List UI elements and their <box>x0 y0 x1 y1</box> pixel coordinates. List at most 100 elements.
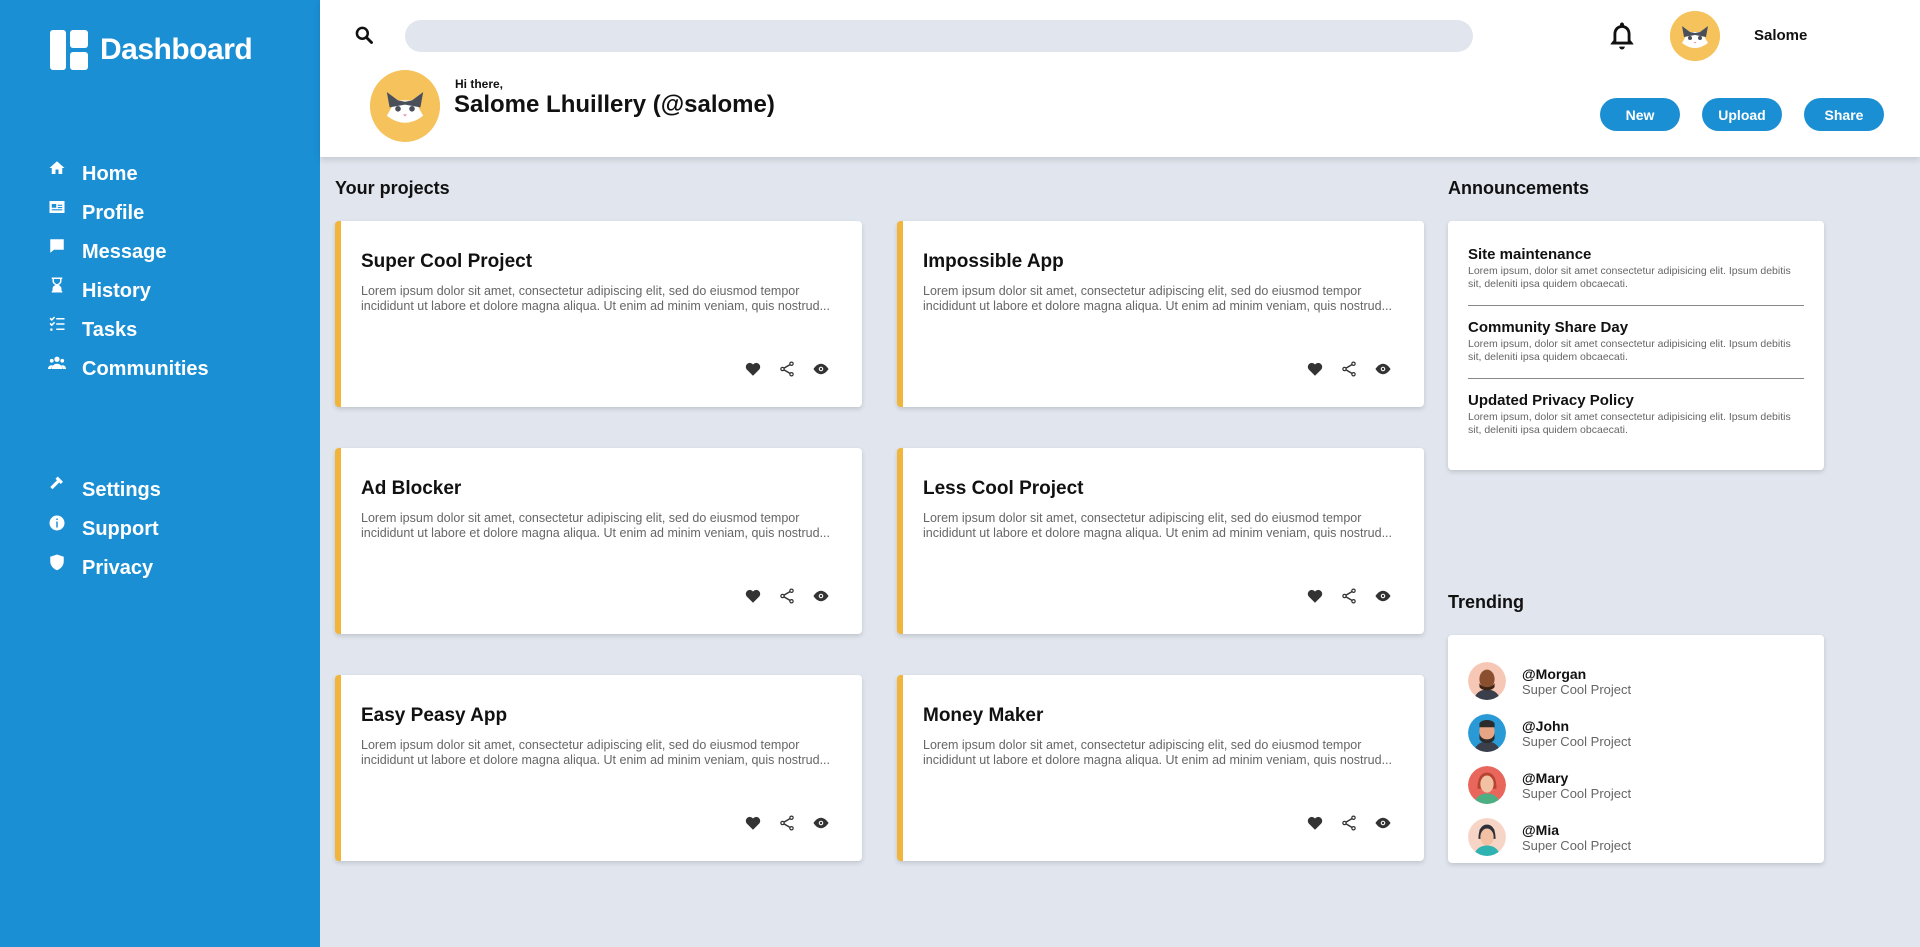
greeting: Hi there, <box>455 77 504 91</box>
home-icon <box>48 159 72 183</box>
sidebar-item-message[interactable]: Message <box>48 233 209 272</box>
announcement-title: Updated Privacy Policy <box>1468 392 1634 409</box>
project-description: Lorem ipsum dolor sit amet, consectetur … <box>923 511 1393 540</box>
announcement-title: Site maintenance <box>1468 246 1592 263</box>
trending-handle: @Morgan <box>1522 665 1587 682</box>
message-icon <box>48 237 72 261</box>
trending-item[interactable]: @Morgan Super Cool Project <box>1468 655 1804 707</box>
project-description: Lorem ipsum dolor sit amet, consectetur … <box>923 284 1393 313</box>
avatar <box>1468 818 1506 856</box>
share-icon[interactable] <box>1340 587 1358 605</box>
announcement-item[interactable]: Site maintenance Lorem ipsum, dolor sit … <box>1468 246 1804 306</box>
announcement-description: Lorem ipsum, dolor sit amet consectetur … <box>1468 411 1791 436</box>
project-title: Super Cool Project <box>361 251 533 272</box>
heart-icon[interactable] <box>1306 360 1324 378</box>
sidebar-item-settings[interactable]: Settings <box>48 471 161 510</box>
profile-avatar <box>370 70 440 142</box>
share-icon[interactable] <box>1340 360 1358 378</box>
main-nav: Home Profile Message History Tasks Commu… <box>48 155 209 389</box>
project-description: Lorem ipsum dolor sit amet, consectetur … <box>361 284 831 313</box>
project-title: Impossible App <box>923 251 1064 272</box>
eye-icon[interactable] <box>812 814 830 832</box>
sidebar-item-privacy[interactable]: Privacy <box>48 549 161 588</box>
trending-item[interactable]: @John Super Cool Project <box>1468 707 1804 759</box>
announcement-item[interactable]: Updated Privacy Policy Lorem ipsum, dolo… <box>1468 392 1804 451</box>
heart-icon[interactable] <box>744 814 762 832</box>
project-card[interactable]: Less Cool Project Lorem ipsum dolor sit … <box>897 448 1424 634</box>
heart-icon[interactable] <box>1306 814 1324 832</box>
project-card[interactable]: Easy Peasy App Lorem ipsum dolor sit ame… <box>335 675 862 861</box>
eye-icon[interactable] <box>1374 814 1392 832</box>
sidebar-item-tasks[interactable]: Tasks <box>48 311 209 350</box>
project-card[interactable]: Super Cool Project Lorem ipsum dolor sit… <box>335 221 862 407</box>
share-button[interactable]: Share <box>1804 98 1884 131</box>
sidebar-item-label: Tasks <box>82 319 138 341</box>
tasks-icon <box>48 315 72 339</box>
sidebar-item-support[interactable]: Support <box>48 510 161 549</box>
id-card-icon <box>48 198 72 222</box>
heart-icon[interactable] <box>1306 587 1324 605</box>
trending-handle: @Mary <box>1522 769 1569 786</box>
announcement-title: Community Share Day <box>1468 319 1629 336</box>
project-title: Less Cool Project <box>923 478 1084 499</box>
sidebar-item-label: Communities <box>82 358 209 380</box>
brand-title: Dashboard <box>100 33 253 66</box>
share-icon[interactable] <box>1340 814 1358 832</box>
upload-button[interactable]: Upload <box>1702 98 1782 131</box>
trending-item[interactable]: @Mia Super Cool Project <box>1468 811 1804 863</box>
users-icon <box>48 354 72 378</box>
project-title: Easy Peasy App <box>361 705 508 726</box>
trending-item[interactable]: @Mary Super Cool Project <box>1468 759 1804 811</box>
search-input[interactable] <box>405 20 1473 52</box>
announcements-panel: Site maintenance Lorem ipsum, dolor sit … <box>1448 221 1824 470</box>
info-icon <box>48 514 72 538</box>
trending-handle: @Mia <box>1522 821 1559 838</box>
trending-panel: @Morgan Super Cool Project @John Super C… <box>1448 635 1824 863</box>
trending-title: Trending <box>1448 592 1524 612</box>
project-card[interactable]: Money Maker Lorem ipsum dolor sit amet, … <box>897 675 1424 861</box>
search-icon[interactable] <box>354 25 374 45</box>
bell-icon[interactable] <box>1605 18 1639 54</box>
project-description: Lorem ipsum dolor sit amet, consectetur … <box>361 738 831 767</box>
project-description: Lorem ipsum dolor sit amet, consectetur … <box>923 738 1393 767</box>
secondary-nav: Settings Support Privacy <box>48 471 161 588</box>
heart-icon[interactable] <box>744 360 762 378</box>
announcement-description: Lorem ipsum, dolor sit amet consectetur … <box>1468 265 1791 290</box>
dashboard-logo-icon <box>50 30 90 70</box>
sidebar-item-home[interactable]: Home <box>48 155 209 194</box>
announcement-item[interactable]: Community Share Day Lorem ipsum, dolor s… <box>1468 319 1804 379</box>
hammer-icon <box>48 475 72 499</box>
share-icon[interactable] <box>778 814 796 832</box>
eye-icon[interactable] <box>1374 360 1392 378</box>
eye-icon[interactable] <box>1374 587 1392 605</box>
sidebar-item-label: Support <box>82 518 159 540</box>
sidebar-item-communities[interactable]: Communities <box>48 350 209 389</box>
trending-project: Super Cool Project <box>1522 733 1632 749</box>
project-title: Money Maker <box>923 705 1044 726</box>
sidebar-item-history[interactable]: History <box>48 272 209 311</box>
user-avatar[interactable] <box>1670 11 1720 61</box>
eye-icon[interactable] <box>812 587 830 605</box>
project-title: Ad Blocker <box>361 478 462 499</box>
project-card[interactable]: Ad Blocker Lorem ipsum dolor sit amet, c… <box>335 448 862 634</box>
new-button[interactable]: New <box>1600 98 1680 131</box>
avatar <box>1468 662 1506 700</box>
hourglass-icon <box>48 276 72 300</box>
share-icon[interactable] <box>778 360 796 378</box>
announcements-title: Announcements <box>1448 178 1590 198</box>
project-card[interactable]: Impossible App Lorem ipsum dolor sit ame… <box>897 221 1424 407</box>
avatar <box>1468 714 1506 752</box>
sidebar-item-profile[interactable]: Profile <box>48 194 209 233</box>
projects-title: Your projects <box>335 178 450 198</box>
profile-full-name: Salome Lhuillery (@salome) <box>454 91 775 118</box>
project-description: Lorem ipsum dolor sit amet, consectetur … <box>361 511 831 540</box>
sidebar-item-label: Home <box>82 163 138 185</box>
heart-icon[interactable] <box>744 587 762 605</box>
header-user-name[interactable]: Salome <box>1754 27 1807 44</box>
sidebar-item-label: History <box>82 280 151 302</box>
sidebar-item-label: Privacy <box>82 557 154 579</box>
announcement-description: Lorem ipsum, dolor sit amet consectetur … <box>1468 338 1791 363</box>
eye-icon[interactable] <box>812 360 830 378</box>
share-icon[interactable] <box>778 587 796 605</box>
brand[interactable]: Dashboard <box>50 30 253 70</box>
